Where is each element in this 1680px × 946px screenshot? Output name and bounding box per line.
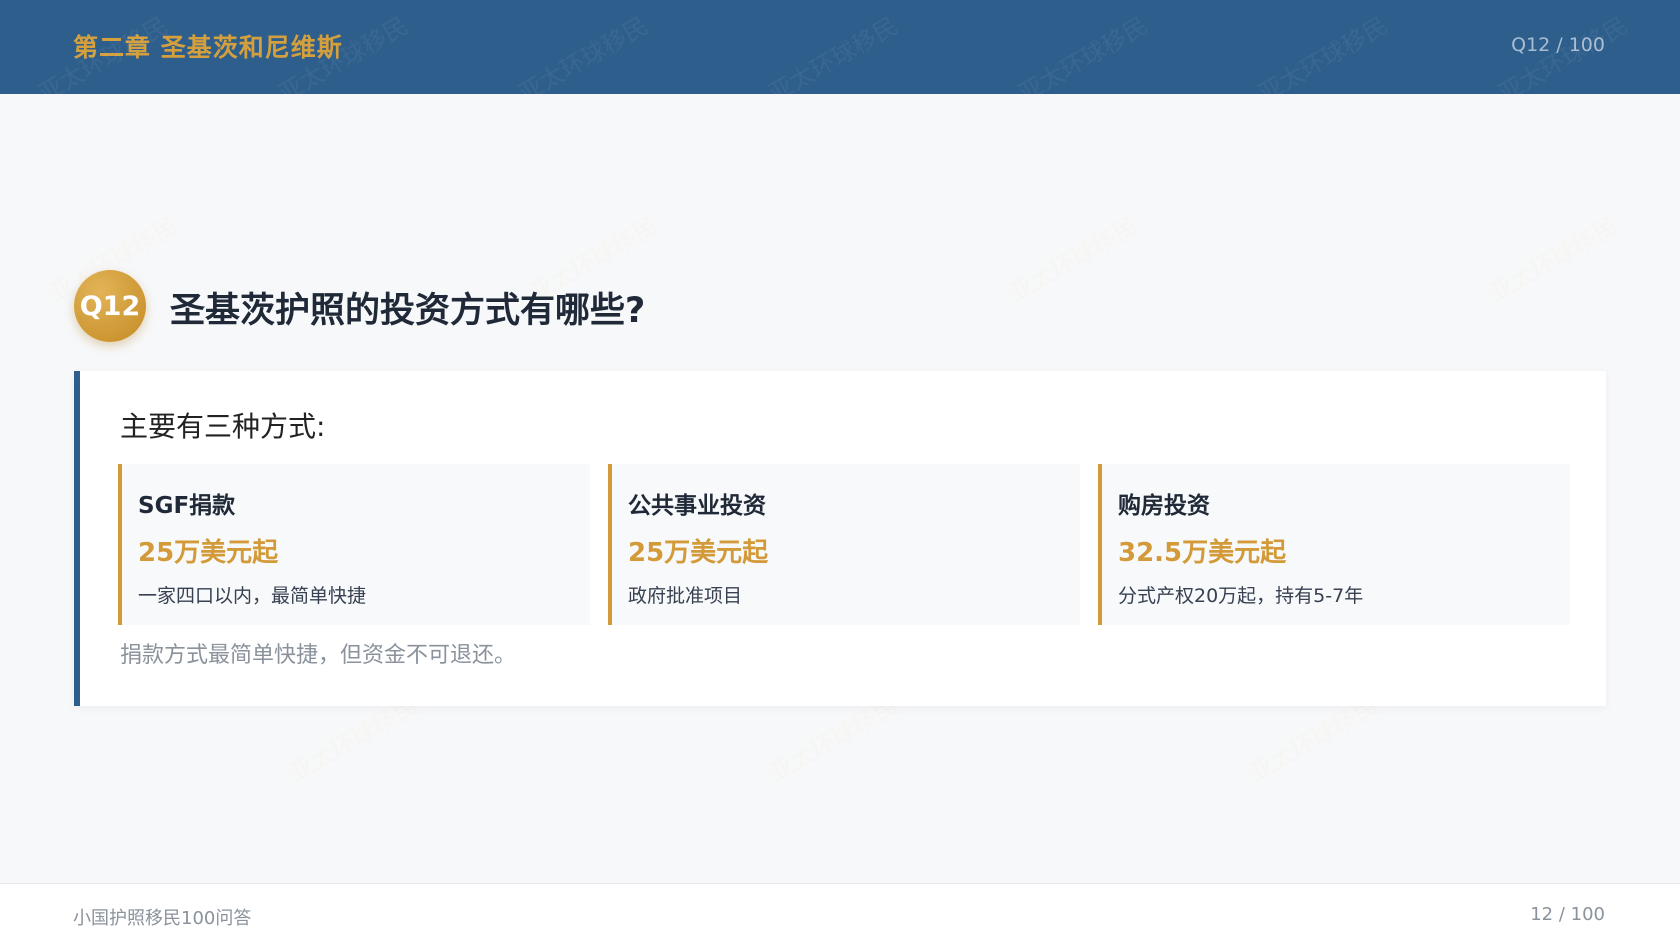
footer-title: 小国护照移民100问答	[73, 908, 252, 929]
answer-card: 主要有三种方式: SGF捐款 25万美元起 一家四口以内，最简单快捷 公共事业投…	[74, 371, 1606, 706]
watermark: 亚太环球移民	[1003, 211, 1143, 308]
watermark: 亚太环球移民	[763, 11, 903, 108]
watermark: 亚太环球移民	[1253, 11, 1393, 108]
option-card-public-investment: 公共事业投资 25万美元起 政府批准项目	[608, 464, 1080, 625]
question-title: 圣基茨护照的投资方式有哪些?	[170, 291, 646, 331]
watermark: 亚太环球移民	[1483, 211, 1623, 308]
option-price: 25万美元起	[628, 538, 769, 568]
option-description: 政府批准项目	[628, 585, 743, 607]
option-card-sgf: SGF捐款 25万美元起 一家四口以内，最简单快捷	[118, 464, 590, 625]
page-counter: 12 / 100	[1530, 904, 1605, 925]
question-counter: Q12 / 100	[1511, 34, 1605, 56]
question-number-badge: Q12	[74, 270, 146, 342]
option-card-real-estate: 购房投资 32.5万美元起 分式产权20万起，持有5-7年	[1098, 464, 1570, 625]
option-description: 分式产权20万起，持有5-7年	[1118, 585, 1364, 607]
watermark: 亚太环球移民	[1493, 11, 1633, 108]
answer-note: 捐款方式最简单快捷，但资金不可退还。	[120, 643, 517, 668]
option-description: 一家四口以内，最简单快捷	[138, 585, 367, 607]
option-name: 购房投资	[1118, 493, 1210, 519]
option-price: 25万美元起	[138, 538, 279, 568]
watermark: 亚太环球移民	[1013, 11, 1153, 108]
option-price: 32.5万美元起	[1118, 538, 1287, 568]
option-name: 公共事业投资	[628, 493, 766, 519]
option-name: SGF捐款	[138, 493, 236, 519]
header-bar: 第二章 圣基茨和尼维斯 Q12 / 100 亚太环球移民 亚太环球移民 亚太环球…	[0, 0, 1680, 108]
answer-intro: 主要有三种方式:	[120, 410, 326, 443]
footer-bar: 小国护照移民100问答 12 / 100	[0, 883, 1680, 946]
watermark: 亚太环球移民	[513, 11, 653, 108]
chapter-title: 第二章 圣基茨和尼维斯	[73, 33, 343, 62]
